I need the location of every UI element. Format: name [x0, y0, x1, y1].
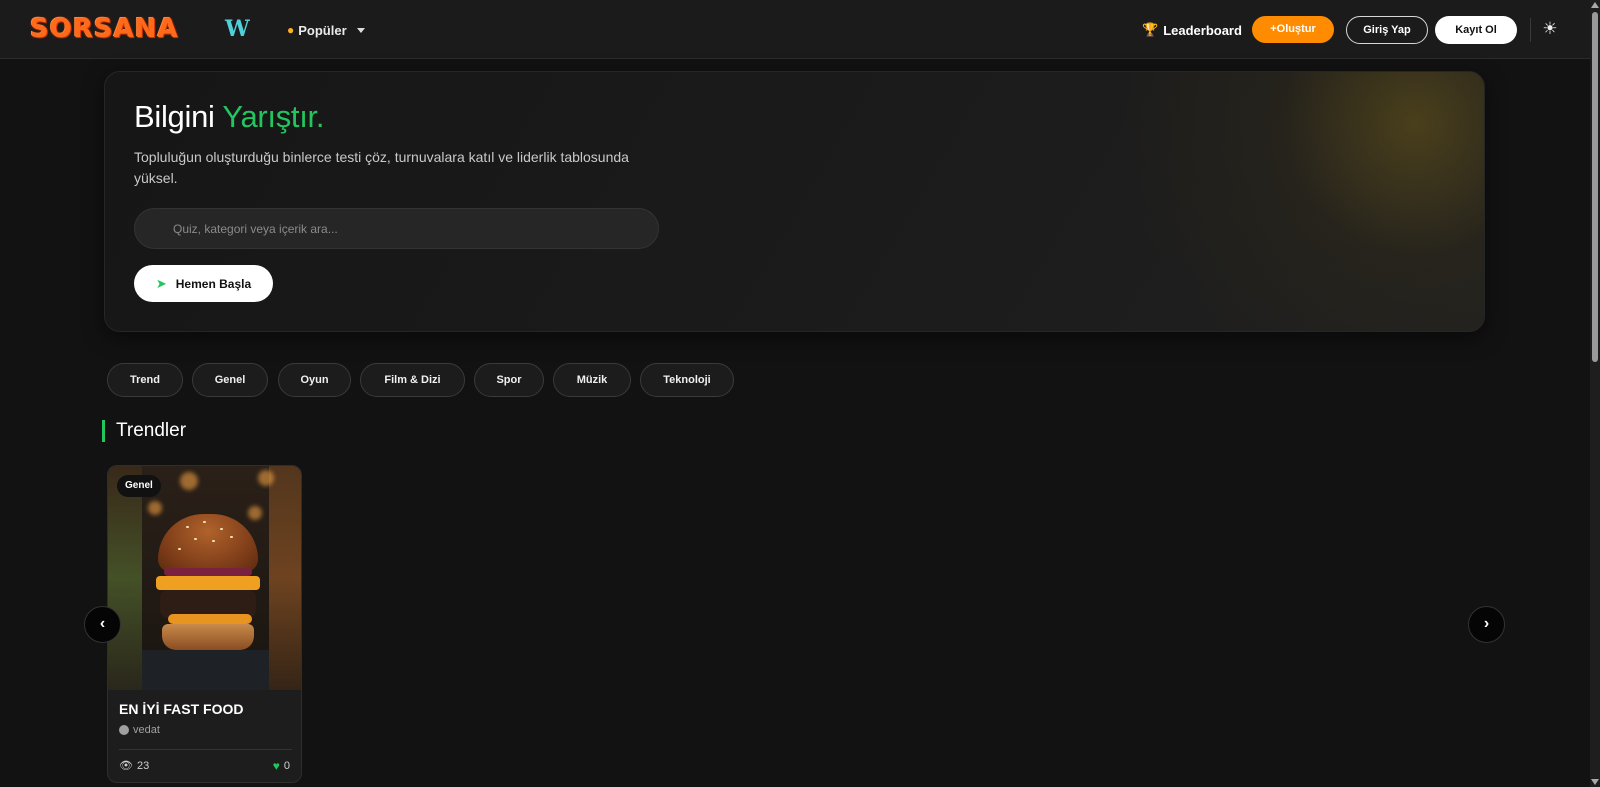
chevron-left-icon: ‹ [99, 615, 106, 632]
sesame-seed [212, 540, 215, 542]
chevron-down-icon [356, 27, 365, 33]
category-pill-trend[interactable]: Trend [107, 363, 183, 397]
quiz-card-title[interactable]: EN İYİ FAST FOOD [119, 701, 243, 717]
sesame-seed [186, 526, 189, 528]
author-name: vedat [133, 724, 160, 736]
trophy-icon: 🏆 [1142, 22, 1159, 37]
sesame-seed [178, 548, 181, 550]
category-pill-film-dizi[interactable]: Film & Dizi [360, 363, 465, 397]
leaderboard-label: Leaderboard [1163, 22, 1242, 38]
scroll-up-icon[interactable] [1591, 2, 1599, 8]
section-title: Trendler [116, 420, 187, 441]
hero-banner: Bilgini Yarıştır. Topluluğun oluşturduğu… [104, 71, 1485, 332]
quiz-card-likes[interactable]: ♥ 0 [273, 759, 290, 773]
image-blur-right [269, 466, 301, 690]
likes-count: 0 [283, 760, 290, 772]
bokeh-light [258, 470, 274, 486]
sesame-seed [220, 528, 223, 530]
serving-board [142, 650, 269, 690]
heart-icon: ♥ [272, 759, 280, 773]
rocket-icon: ➤ [155, 275, 167, 291]
quiz-card-author[interactable]: vedat [119, 724, 160, 736]
card-divider [119, 749, 292, 750]
category-badge: Genel [117, 475, 161, 497]
hero-subtitle: Topluluğun oluşturduğu binlerce testi çö… [134, 149, 629, 186]
quiz-card-views: 👁 23 [119, 759, 150, 773]
nav-divider [1530, 18, 1531, 42]
hero-title-main: Bilgini [134, 99, 215, 134]
burger-cheese-drip [168, 614, 252, 624]
scroll-down-icon[interactable] [1591, 779, 1599, 785]
search-input[interactable] [134, 208, 659, 249]
burger-bun-top [158, 514, 258, 572]
bokeh-light [148, 501, 162, 515]
w-logo-icon[interactable]: W [225, 17, 250, 41]
burger-bun-bottom [162, 624, 254, 650]
section-accent-bar [102, 420, 105, 442]
bokeh-light [248, 506, 262, 520]
views-count: 23 [136, 759, 150, 772]
scroll-thumb[interactable] [1592, 12, 1598, 362]
sesame-seed [203, 521, 206, 523]
category-pill-genel[interactable]: Genel [192, 363, 268, 397]
category-pill-oyun[interactable]: Oyun [278, 363, 351, 397]
hero-title-accent: Yarıştır. [222, 99, 325, 134]
sun-icon[interactable]: ☀ [1540, 19, 1560, 39]
category-pill-teknoloji[interactable]: Teknoloji [640, 363, 734, 397]
page-scrollbar[interactable] [1590, 0, 1600, 787]
eye-icon: 👁 [119, 760, 133, 772]
sesame-seed [194, 538, 197, 540]
create-button[interactable]: +Oluştur [1252, 16, 1334, 43]
login-button[interactable]: Giriş Yap [1346, 16, 1428, 44]
burger-cheese [156, 576, 260, 590]
carousel-prev-button[interactable]: ‹ [84, 606, 121, 643]
popular-dropdown[interactable]: ● Popüler [287, 20, 365, 40]
start-button-label: Hemen Başla [175, 276, 252, 291]
sesame-seed [230, 536, 233, 538]
top-navbar: SORSANA W ● Popüler 🏆 Leaderboard +Oluşt… [0, 0, 1590, 59]
bokeh-light [180, 472, 198, 490]
hero-title: Bilgini Yarıştır. [134, 99, 324, 135]
image-blur-left [108, 466, 142, 690]
site-logo[interactable]: SORSANA [30, 14, 179, 44]
popular-label: Popüler [298, 22, 347, 38]
carousel-next-button[interactable]: › [1468, 606, 1505, 643]
category-pill-muzik[interactable]: Müzik [553, 363, 631, 397]
flame-icon: ● [287, 23, 295, 37]
chevron-right-icon: › [1483, 615, 1490, 632]
quiz-card-image[interactable] [108, 466, 301, 690]
register-button[interactable]: Kayıt Ol [1435, 16, 1517, 44]
leaderboard-link[interactable]: 🏆 Leaderboard [1142, 20, 1242, 40]
quiz-card[interactable]: Genel EN İYİ FAST FOOD vedat 👁 23 ♥ 0 [107, 465, 302, 783]
burger-onion [164, 568, 252, 576]
category-pill-spor[interactable]: Spor [474, 363, 544, 397]
user-icon [119, 725, 129, 735]
start-button[interactable]: ➤ Hemen Başla [134, 265, 273, 302]
